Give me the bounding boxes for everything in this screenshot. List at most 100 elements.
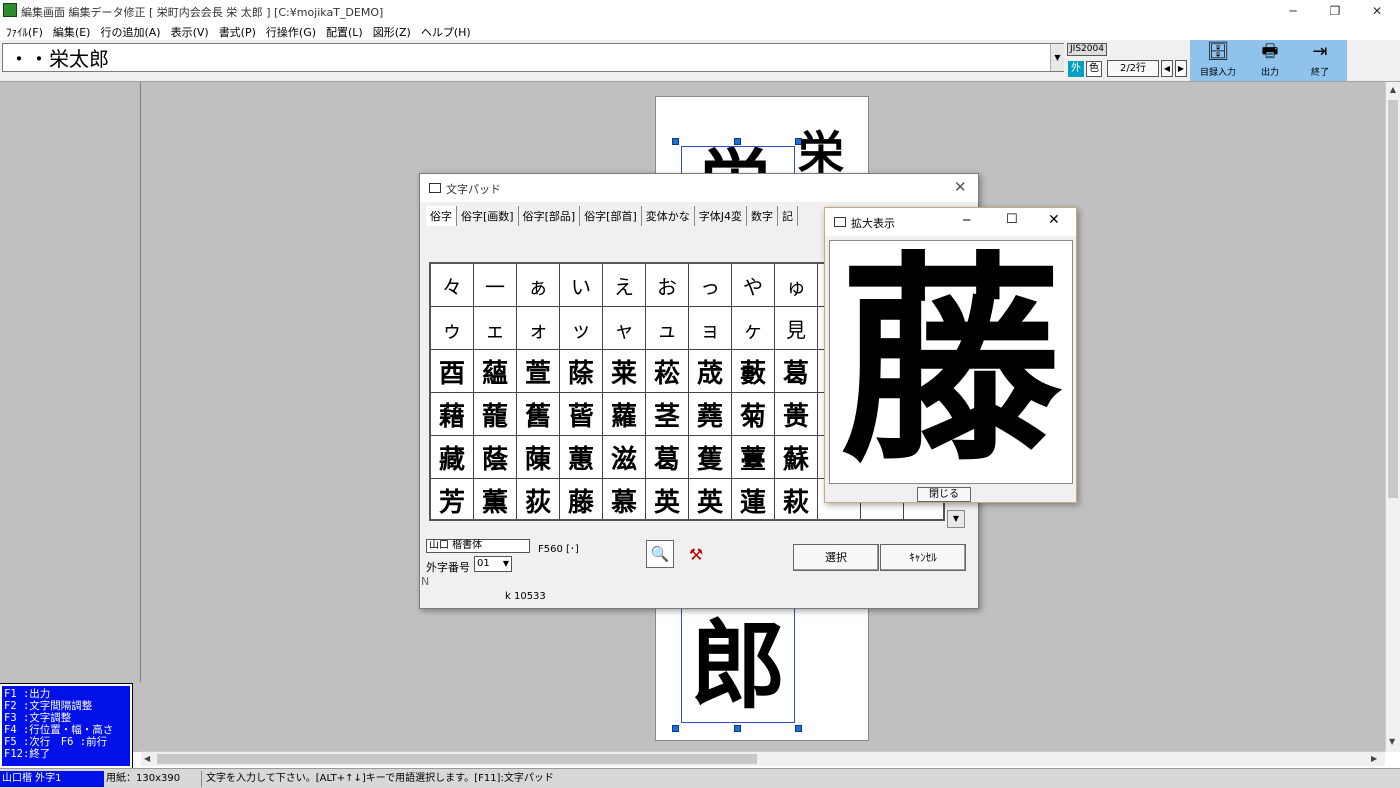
tab-symbols[interactable]: 記 xyxy=(778,206,799,226)
hscroll-thumb[interactable] xyxy=(157,754,757,764)
char-frame-bottom[interactable]: 郎 xyxy=(681,609,795,723)
menu-format[interactable]: 書式(P) xyxy=(216,21,263,40)
maximize-button[interactable]: ❐ xyxy=(1312,0,1358,21)
minimize-button[interactable]: ─ xyxy=(1270,0,1316,21)
magnify-button[interactable]: 🔍 xyxy=(646,540,674,568)
char-cell[interactable]: 萩 xyxy=(775,479,818,519)
char-cell[interactable]: 藤 xyxy=(560,479,603,519)
char-cell[interactable]: ゅ xyxy=(775,264,818,307)
menu-row-ops[interactable]: 行操作(G) xyxy=(263,21,323,40)
char-cell[interactable]: 蒢 xyxy=(560,350,603,393)
char-cell[interactable]: 見 xyxy=(775,307,818,350)
gaiji-toggle[interactable]: 外 xyxy=(1068,61,1084,77)
char-cell[interactable]: い xyxy=(560,264,603,307)
char-cell[interactable]: お xyxy=(646,264,689,307)
menu-shape[interactable]: 図形(Z) xyxy=(370,21,418,40)
char-cell[interactable]: ャ xyxy=(603,307,646,350)
char-cell[interactable]: ヶ xyxy=(732,307,775,350)
char-cell[interactable]: 芳 xyxy=(431,479,474,519)
char-cell[interactable]: 葛 xyxy=(646,436,689,479)
scroll-up-icon[interactable]: ▲ xyxy=(1386,85,1400,94)
exit-button[interactable]: ⇥ 終了 xyxy=(1294,41,1346,80)
grid-scroll-down-icon[interactable]: ▼ xyxy=(947,510,965,528)
char-cell[interactable]: っ xyxy=(689,264,732,307)
input-dropdown-icon[interactable]: ▼ xyxy=(1050,44,1064,71)
tab-zokuji-parts[interactable]: 俗字[部品] xyxy=(519,206,581,226)
selection-handle[interactable] xyxy=(734,725,741,732)
scroll-left-icon[interactable]: ◀ xyxy=(144,754,150,763)
char-cell[interactable]: や xyxy=(732,264,775,307)
gaiji-number-select[interactable]: 01 ▼ xyxy=(474,556,512,572)
menu-layout[interactable]: 配置(L) xyxy=(323,21,370,40)
char-cell[interactable]: 蘿 xyxy=(603,393,646,436)
char-cell[interactable]: 菘 xyxy=(646,350,689,393)
char-pad-close-icon[interactable]: ✕ xyxy=(954,178,967,196)
tab-zokuji[interactable]: 俗字 xyxy=(426,206,457,226)
zoom-close-button[interactable]: 閉じる xyxy=(917,487,971,502)
char-cell[interactable]: 蒦 xyxy=(689,436,732,479)
menu-view[interactable]: 表示(V) xyxy=(168,21,216,40)
tab-jitai-j4[interactable]: 字体J4変 xyxy=(695,206,748,226)
select-button[interactable]: 選択 xyxy=(793,544,879,571)
char-cell[interactable]: 蕘 xyxy=(689,393,732,436)
char-cell[interactable]: 薹 xyxy=(732,436,775,479)
char-cell[interactable]: ぁ xyxy=(517,264,560,307)
close-button[interactable]: ✕ xyxy=(1354,0,1400,21)
char-cell[interactable]: 蒉 xyxy=(775,393,818,436)
zoom-close-icon[interactable]: ✕ xyxy=(1048,212,1060,228)
char-cell[interactable]: 蘊 xyxy=(474,350,517,393)
char-cell[interactable]: 蔯 xyxy=(517,436,560,479)
char-cell[interactable]: 舊 xyxy=(517,393,560,436)
scroll-down-icon[interactable]: ▼ xyxy=(1389,737,1395,746)
next-row-button[interactable]: ▶ xyxy=(1175,60,1187,77)
char-cell[interactable]: 藏 xyxy=(431,436,474,479)
char-cell[interactable]: 々 xyxy=(431,264,474,307)
menu-edit[interactable]: 編集(E) xyxy=(50,21,98,40)
char-cell[interactable]: 英 xyxy=(689,479,732,519)
selection-handle[interactable] xyxy=(795,725,802,732)
output-button[interactable]: 🖶 出力 xyxy=(1244,41,1296,80)
prev-row-button[interactable]: ◀ xyxy=(1161,60,1173,77)
char-cell[interactable]: 薫 xyxy=(474,479,517,519)
cancel-button[interactable]: ｷｬﾝｾﾙ xyxy=(880,544,966,571)
char-cell[interactable]: 萱 xyxy=(517,350,560,393)
char-cell[interactable]: ェ xyxy=(474,307,517,350)
char-cell[interactable]: 蒈 xyxy=(560,393,603,436)
char-cell[interactable]: 葛 xyxy=(775,350,818,393)
char-cell[interactable]: 莱 xyxy=(603,350,646,393)
zoom-maximize-button[interactable]: ☐ xyxy=(1006,212,1018,227)
menu-help[interactable]: ヘルプ(H) xyxy=(418,21,478,40)
char-cell[interactable]: 蔭 xyxy=(474,436,517,479)
color-toggle[interactable]: 色 xyxy=(1086,61,1102,77)
char-cell[interactable]: 菊 xyxy=(732,393,775,436)
catalog-button[interactable]: 🗄 目録入力 xyxy=(1192,41,1244,80)
menu-file[interactable]: ﾌｧｲﾙ(F) xyxy=(3,21,50,40)
char-cell[interactable]: 蓮 xyxy=(732,479,775,519)
char-cell[interactable]: ゥ xyxy=(431,307,474,350)
char-cell[interactable]: 一 xyxy=(474,264,517,307)
char-cell[interactable]: 滋 xyxy=(603,436,646,479)
selection-handle[interactable] xyxy=(672,138,679,145)
char-cell[interactable]: 荻 xyxy=(517,479,560,519)
char-cell[interactable]: 英 xyxy=(646,479,689,519)
char-cell[interactable]: 蘇 xyxy=(775,436,818,479)
char-cell[interactable]: ョ xyxy=(689,307,732,350)
char-cell[interactable]: 慕 xyxy=(603,479,646,519)
selection-handle[interactable] xyxy=(734,138,741,145)
zoom-minimize-button[interactable]: ─ xyxy=(963,213,970,227)
char-cell[interactable]: 酉 xyxy=(431,350,474,393)
char-cell[interactable]: 藪 xyxy=(732,350,775,393)
tab-numbers[interactable]: 数字 xyxy=(747,206,779,226)
tab-zokuji-radical[interactable]: 俗字[部首] xyxy=(580,206,642,226)
char-cell[interactable]: 荿 xyxy=(689,350,732,393)
selection-handle[interactable] xyxy=(672,725,679,732)
vertical-scrollbar[interactable]: ▲ ▼ xyxy=(1385,82,1400,752)
horizontal-scrollbar[interactable]: ◀ ▶ xyxy=(141,751,1385,766)
menu-add-row[interactable]: 行の追加(A) xyxy=(97,21,167,40)
char-cell[interactable]: 茎 xyxy=(646,393,689,436)
char-cell[interactable]: え xyxy=(603,264,646,307)
char-cell[interactable]: 蕙 xyxy=(560,436,603,479)
char-cell[interactable]: ッ xyxy=(560,307,603,350)
text-input[interactable] xyxy=(2,43,1064,72)
tab-zokuji-strokes[interactable]: 俗字[画数] xyxy=(457,206,519,226)
